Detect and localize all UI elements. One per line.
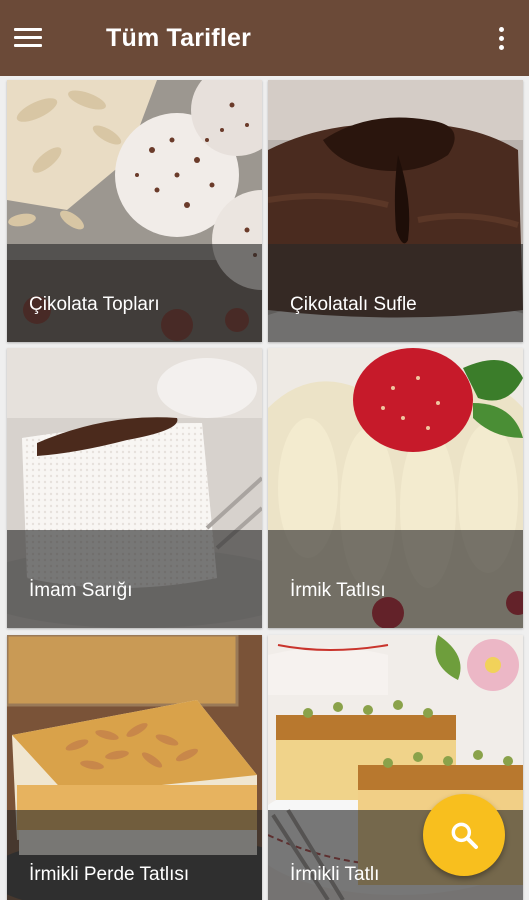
recipe-title: Çikolatalı Sufle xyxy=(290,294,417,315)
recipe-caption: İrmik Tatlısı xyxy=(268,530,523,628)
recipe-caption: İmam Sarığı xyxy=(7,530,262,628)
recipe-card[interactable]: İrmikli Perde Tatlısı xyxy=(7,635,262,900)
overflow-menu-button[interactable] xyxy=(473,0,529,76)
recipe-title: İmam Sarığı xyxy=(29,580,133,601)
recipe-caption: Çikolatalı Sufle xyxy=(268,244,523,342)
recipe-caption: Çikolata Topları xyxy=(7,244,262,342)
hamburger-menu-icon xyxy=(14,28,42,48)
menu-button[interactable] xyxy=(0,0,84,76)
recipe-title: Çikolata Topları xyxy=(29,294,160,315)
recipe-title: İrmikli Perde Tatlısı xyxy=(29,864,190,885)
page-title: Tüm Tarifler xyxy=(106,23,252,52)
recipe-card[interactable]: İrmik Tatlısı xyxy=(268,348,523,628)
recipe-card[interactable]: İmam Sarığı xyxy=(7,348,262,628)
recipe-title: İrmikli Tatlı xyxy=(290,864,380,885)
recipe-card[interactable]: Çikolatalı Sufle xyxy=(268,80,523,342)
recipe-grid: Çikolata Topları Çikolatalı Sufle İmam S… xyxy=(0,76,529,900)
search-button[interactable] xyxy=(423,794,505,876)
recipe-caption: İrmikli Perde Tatlısı xyxy=(7,810,262,900)
search-icon xyxy=(451,822,478,849)
app-bar: Tüm Tarifler xyxy=(0,0,529,76)
recipe-card[interactable]: Çikolata Topları xyxy=(7,80,262,342)
more-vert-icon xyxy=(498,26,504,32)
recipe-title: İrmik Tatlısı xyxy=(290,580,386,601)
